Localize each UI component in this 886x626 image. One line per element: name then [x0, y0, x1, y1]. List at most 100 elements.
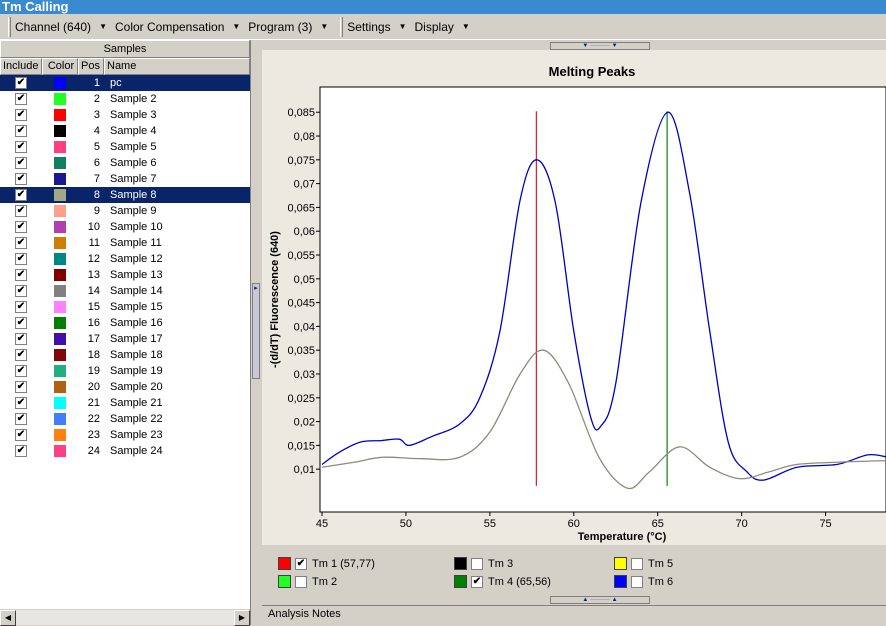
tm-color-swatch[interactable] — [278, 575, 291, 588]
include-checkbox[interactable]: ✔ — [15, 157, 27, 169]
include-checkbox[interactable]: ✔ — [15, 173, 27, 185]
color-swatch[interactable] — [54, 317, 66, 329]
sample-row[interactable]: ✔ 6 Sample 6 — [0, 155, 250, 171]
sample-row[interactable]: ✔ 21 Sample 21 — [0, 395, 250, 411]
sample-row[interactable]: ✔ 5 Sample 5 — [0, 139, 250, 155]
include-checkbox[interactable]: ✔ — [15, 221, 27, 233]
color-swatch[interactable] — [54, 189, 66, 201]
sample-row[interactable]: ✔ 14 Sample 14 — [0, 283, 250, 299]
sample-row[interactable]: ✔ 17 Sample 17 — [0, 331, 250, 347]
sample-row[interactable]: ✔ 2 Sample 2 — [0, 91, 250, 107]
color-swatch[interactable] — [54, 173, 66, 185]
tm-checkbox[interactable] — [631, 557, 643, 570]
tm-color-swatch[interactable] — [614, 557, 627, 570]
sample-row[interactable]: ✔ 22 Sample 22 — [0, 411, 250, 427]
color-swatch[interactable] — [54, 429, 66, 441]
color-swatch[interactable] — [54, 205, 66, 217]
sample-row[interactable]: ✔ 9 Sample 9 — [0, 203, 250, 219]
color-swatch[interactable] — [54, 77, 66, 89]
color-swatch[interactable] — [54, 141, 66, 153]
include-checkbox[interactable]: ✔ — [15, 365, 27, 377]
collapse-panel-handle[interactable]: ▸ — [252, 283, 260, 379]
channel-menu[interactable]: Channel (640) ▼ — [15, 20, 107, 34]
include-checkbox[interactable]: ✔ — [15, 445, 27, 457]
include-checkbox[interactable]: ✔ — [15, 429, 27, 441]
include-checkbox[interactable]: ✔ — [15, 269, 27, 281]
include-checkbox[interactable]: ✔ — [15, 253, 27, 265]
color-swatch[interactable] — [54, 125, 66, 137]
color-compensation-menu[interactable]: Color Compensation ▼ — [115, 20, 240, 34]
color-swatch[interactable] — [54, 333, 66, 345]
settings-menu[interactable]: Settings ▼ — [347, 20, 406, 34]
sample-row[interactable]: ✔ 4 Sample 4 — [0, 123, 250, 139]
include-checkbox[interactable]: ✔ — [15, 205, 27, 217]
scroll-left-icon[interactable]: ◀ — [0, 610, 16, 626]
color-swatch[interactable] — [54, 237, 66, 249]
column-color[interactable]: Color — [42, 58, 78, 75]
sample-row[interactable]: ✔ 10 Sample 10 — [0, 219, 250, 235]
color-swatch[interactable] — [54, 93, 66, 105]
toolbar-grip[interactable] — [340, 16, 344, 37]
sample-row[interactable]: ✔ 19 Sample 19 — [0, 363, 250, 379]
column-name[interactable]: Name — [104, 58, 250, 75]
color-swatch[interactable] — [54, 445, 66, 457]
sample-row[interactable]: ✔ 11 Sample 11 — [0, 235, 250, 251]
sample-row[interactable]: ✔ 12 Sample 12 — [0, 251, 250, 267]
color-swatch[interactable] — [54, 365, 66, 377]
color-swatch[interactable] — [54, 157, 66, 169]
include-checkbox[interactable]: ✔ — [15, 125, 27, 137]
display-menu[interactable]: Display ▼ — [415, 20, 470, 34]
include-checkbox[interactable]: ✔ — [15, 381, 27, 393]
tm-color-swatch[interactable] — [278, 557, 291, 570]
column-include[interactable]: Include — [0, 58, 42, 75]
sample-row[interactable]: ✔ 23 Sample 23 — [0, 427, 250, 443]
include-checkbox[interactable]: ✔ — [15, 333, 27, 345]
include-checkbox[interactable]: ✔ — [15, 77, 27, 89]
analysis-notes-tab[interactable]: Analysis Notes — [262, 605, 886, 625]
sample-row[interactable]: ✔ 8 Sample 8 — [0, 187, 250, 203]
tm-color-swatch[interactable] — [614, 575, 627, 588]
tm-color-swatch[interactable] — [454, 557, 467, 570]
color-swatch[interactable] — [54, 285, 66, 297]
include-checkbox[interactable]: ✔ — [15, 397, 27, 409]
include-checkbox[interactable]: ✔ — [15, 237, 27, 249]
color-swatch[interactable] — [54, 397, 66, 409]
sample-row[interactable]: ✔ 13 Sample 13 — [0, 267, 250, 283]
collapse-bottom-handle[interactable]: ▲ ·········· ▲ — [550, 596, 650, 604]
sample-row[interactable]: ✔ 18 Sample 18 — [0, 347, 250, 363]
color-swatch[interactable] — [54, 381, 66, 393]
sample-row[interactable]: ✔ 16 Sample 16 — [0, 315, 250, 331]
scroll-right-icon[interactable]: ▶ — [234, 610, 250, 626]
sample-row[interactable]: ✔ 24 Sample 24 — [0, 443, 250, 459]
include-checkbox[interactable]: ✔ — [15, 349, 27, 361]
sample-row[interactable]: ✔ 7 Sample 7 — [0, 171, 250, 187]
include-checkbox[interactable]: ✔ — [15, 317, 27, 329]
include-checkbox[interactable]: ✔ — [15, 413, 27, 425]
column-pos[interactable]: Pos — [78, 58, 104, 75]
include-checkbox[interactable]: ✔ — [15, 189, 27, 201]
tm-checkbox[interactable] — [295, 575, 307, 588]
program-menu[interactable]: Program (3) ▼ — [248, 20, 328, 34]
color-swatch[interactable] — [54, 269, 66, 281]
sample-row[interactable]: ✔ 3 Sample 3 — [0, 107, 250, 123]
sample-row[interactable]: ✔ 1 pc — [0, 75, 250, 91]
tm-checkbox[interactable] — [471, 557, 483, 570]
toolbar-grip[interactable] — [8, 16, 11, 37]
include-checkbox[interactable]: ✔ — [15, 285, 27, 297]
color-swatch[interactable] — [54, 109, 66, 121]
color-swatch[interactable] — [54, 349, 66, 361]
color-swatch[interactable] — [54, 301, 66, 313]
horizontal-scrollbar[interactable]: ◀ ▶ — [0, 609, 250, 626]
include-checkbox[interactable]: ✔ — [15, 301, 27, 313]
sample-row[interactable]: ✔ 20 Sample 20 — [0, 379, 250, 395]
color-swatch[interactable] — [54, 253, 66, 265]
include-checkbox[interactable]: ✔ — [15, 141, 27, 153]
include-checkbox[interactable]: ✔ — [15, 93, 27, 105]
tm-checkbox[interactable] — [631, 575, 643, 588]
tm-checkbox[interactable]: ✔ — [295, 557, 307, 570]
tm-checkbox[interactable]: ✔ — [471, 575, 483, 588]
include-checkbox[interactable]: ✔ — [15, 109, 27, 121]
color-swatch[interactable] — [54, 221, 66, 233]
sample-row[interactable]: ✔ 15 Sample 15 — [0, 299, 250, 315]
color-swatch[interactable] — [54, 413, 66, 425]
